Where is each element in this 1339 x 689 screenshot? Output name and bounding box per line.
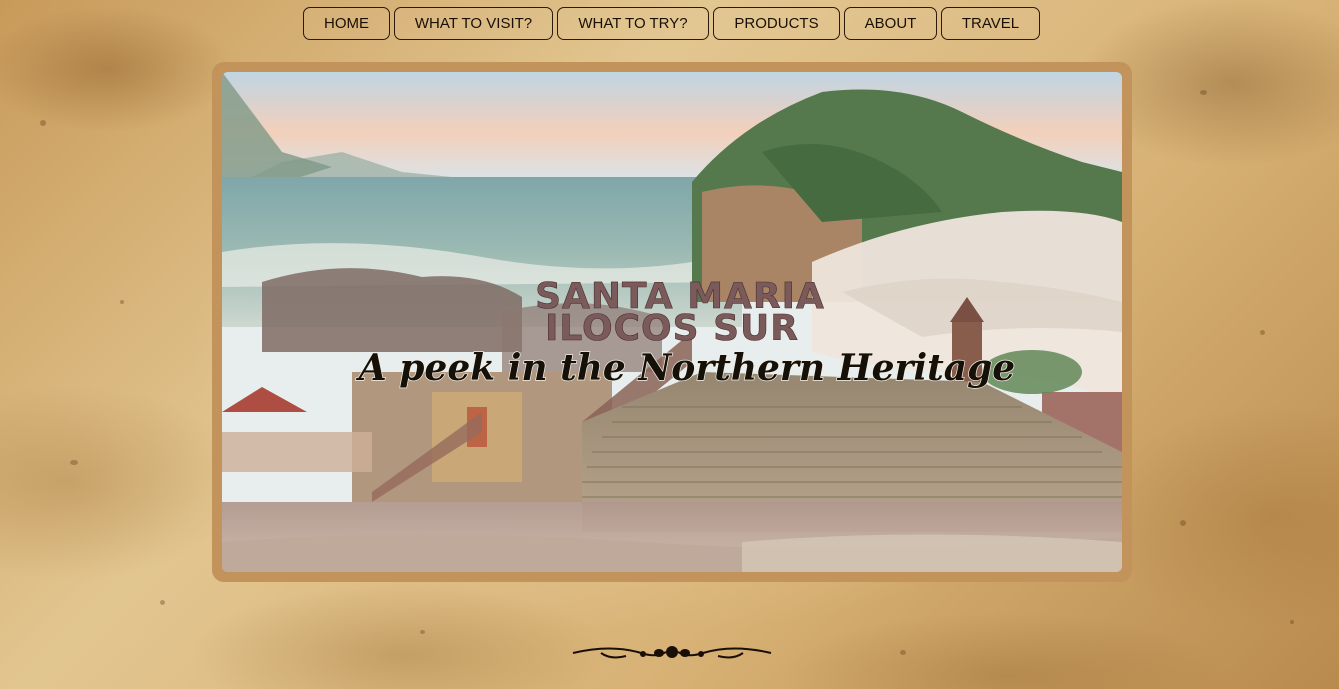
ornamental-divider-icon xyxy=(572,646,772,659)
hero-banner: SANTA MARIA ILOCOS SUR A peek in the Nor… xyxy=(222,72,1122,572)
nav-home-button[interactable]: HOME xyxy=(303,7,390,40)
nav-about-button[interactable]: ABOUT xyxy=(844,7,937,40)
nav-what-to-try-button[interactable]: WHAT TO TRY? xyxy=(557,7,709,40)
banner-tagline: A peek in the Northern Heritage xyxy=(356,347,1015,389)
nav-products-button[interactable]: PRODUCTS xyxy=(713,7,840,40)
banner-title-line2: ILOCOS SUR xyxy=(545,308,799,349)
banner-frame: SANTA MARIA ILOCOS SUR A peek in the Nor… xyxy=(212,62,1132,582)
landscape-collage-image: SANTA MARIA ILOCOS SUR A peek in the Nor… xyxy=(222,72,1122,572)
main-navigation: HOME WHAT TO VISIT? WHAT TO TRY? PRODUCT… xyxy=(303,7,1040,40)
nav-travel-button[interactable]: TRAVEL xyxy=(941,7,1040,40)
nav-what-to-visit-button[interactable]: WHAT TO VISIT? xyxy=(394,7,553,40)
